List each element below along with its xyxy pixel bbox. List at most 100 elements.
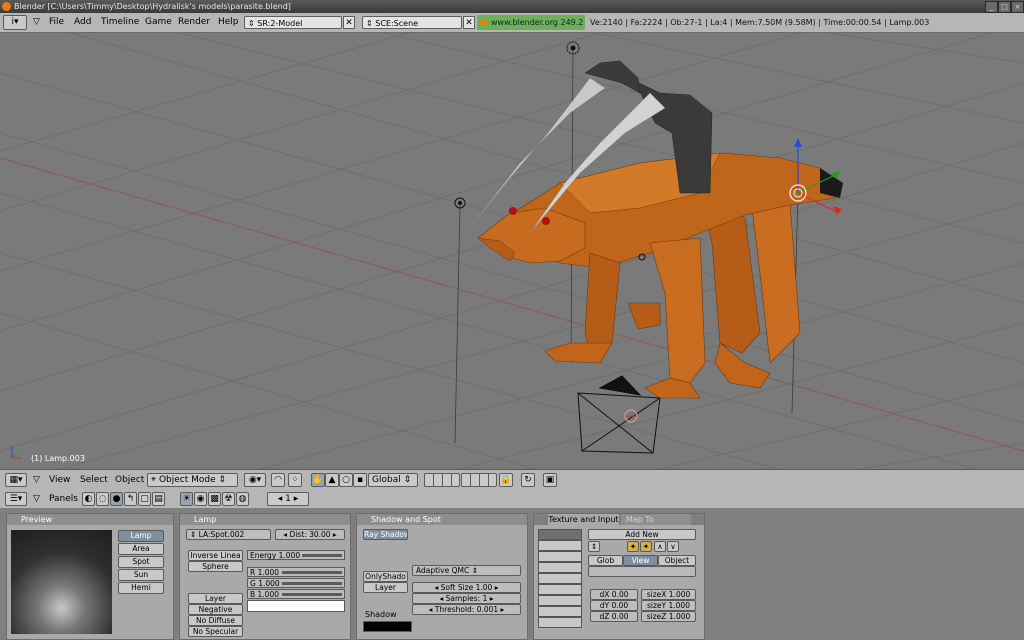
scale-icon[interactable]: ▪ <box>353 473 367 487</box>
lamp-panel-header[interactable]: Lamp <box>180 514 350 525</box>
size-y-field[interactable]: sizeY 1.000 <box>641 600 696 611</box>
preview-type-hemi[interactable]: Hemi <box>118 582 164 594</box>
menu-file[interactable]: File <box>49 16 64 28</box>
lock-icon[interactable]: 🔒 <box>499 473 513 487</box>
shadow-color-swatch[interactable] <box>363 621 412 632</box>
rotate-icon[interactable]: ○ <box>339 473 353 487</box>
close-window-button[interactable]: × <box>1011 1 1024 13</box>
size-z-field[interactable]: sizeZ 1.000 <box>641 611 696 622</box>
radio-subcontext-icon[interactable]: ☢ <box>222 492 235 506</box>
panel-title: Shadow and Spot <box>371 515 441 524</box>
no-specular-toggle[interactable]: No Specular <box>188 626 243 637</box>
move-up-button[interactable]: ∧ <box>654 541 666 552</box>
shading-context-icon[interactable]: ● <box>110 492 123 506</box>
texture-browse-button[interactable]: ⇕ <box>588 541 600 552</box>
texture-subcontext-icon[interactable]: ▩ <box>208 492 221 506</box>
dist-field[interactable]: ◂ Dist: 30.00 ▸ <box>275 529 345 540</box>
world-subcontext-icon[interactable]: ◍ <box>236 492 249 506</box>
scene-context-icon[interactable]: ▤ <box>152 492 165 506</box>
green-slider[interactable]: G 1.000 <box>247 578 345 588</box>
draw-type-icon[interactable]: ◉▾ <box>244 473 266 487</box>
mode-selector[interactable]: ⌖ Object Mode ⇕ <box>147 473 238 487</box>
coord-glob-button[interactable]: Glob <box>588 555 623 566</box>
editing-context-icon[interactable]: ▢ <box>138 492 151 506</box>
blender-website-link[interactable]: www.blender.org 249.2 <box>477 15 585 30</box>
scene-selector[interactable]: ⇕ SCE:Scene <box>362 16 462 29</box>
offset-x-field[interactable]: dX 0.00 <box>590 589 638 600</box>
move-down-button[interactable]: ∨ <box>667 541 679 552</box>
texture-channel-list[interactable] <box>538 529 582 635</box>
menu-add[interactable]: Add <box>74 16 91 28</box>
preview-type-spot[interactable]: Spot <box>118 556 164 568</box>
preview-type-area[interactable]: Area <box>118 543 164 555</box>
lamp-datablock-field[interactable]: ⇕ LA:Spot.002 <box>186 529 271 540</box>
light-icon-1[interactable]: ✦ <box>627 541 639 552</box>
snap-icon[interactable]: ⁘ <box>288 473 302 487</box>
translate-icon[interactable]: ▲ <box>325 473 339 487</box>
size-x-field[interactable]: sizeX 1.000 <box>641 589 696 600</box>
menu-game[interactable]: Game <box>145 16 172 28</box>
menu-render[interactable]: Render <box>178 16 210 28</box>
preview-panel-header[interactable]: Preview <box>7 514 173 525</box>
menu-help[interactable]: Help <box>218 16 239 28</box>
logic-context-icon[interactable]: ◐ <box>82 492 95 506</box>
tab-texture-input[interactable]: Texture and Input <box>548 514 619 525</box>
maximize-button[interactable]: □ <box>998 1 1011 13</box>
editor-type-buttons-icon[interactable]: ☰▾ <box>5 492 27 506</box>
no-diffuse-toggle[interactable]: No Diffuse <box>188 615 243 626</box>
falloff-type-menu[interactable]: Inverse Linea <box>188 550 243 561</box>
object-context-icon[interactable]: ↰ <box>124 492 137 506</box>
minimize-button[interactable]: _ <box>985 1 998 13</box>
delete-screen-button[interactable]: ✕ <box>343 16 355 29</box>
screen-selector[interactable]: ⇕ SR:2-Model <box>244 16 342 29</box>
offset-z-field[interactable]: dZ 0.00 <box>590 611 638 622</box>
shadow-layer-toggle[interactable]: Layer <box>363 582 408 593</box>
orientation-selector[interactable]: Global ⇕ <box>368 473 418 487</box>
render-preview-icon[interactable]: ▣ <box>543 473 557 487</box>
soft-size-field[interactable]: ◂ Soft Size 1.00 ▸ <box>412 582 521 593</box>
axis-gizmo <box>11 446 22 459</box>
coord-view-button[interactable]: View <box>623 555 658 566</box>
menu-view[interactable]: View <box>49 474 70 486</box>
negative-toggle[interactable]: Negative <box>188 604 243 615</box>
layer-toggle[interactable]: Layer <box>188 593 243 604</box>
preview-type-lamp[interactable]: Lamp <box>118 530 164 542</box>
energy-slider[interactable]: Energy 1.000 <box>247 550 345 560</box>
sphere-toggle[interactable]: Sphere <box>188 561 243 572</box>
coord-object-button[interactable]: Object <box>658 555 696 566</box>
only-shadow-toggle[interactable]: OnlyShado <box>363 571 408 582</box>
offset-y-field[interactable]: dY 0.00 <box>590 600 638 611</box>
editor-type-grid-icon[interactable]: ▦▾ <box>5 473 27 487</box>
opengl-render-icon[interactable]: ↻ <box>521 473 535 487</box>
pivot-icon[interactable]: ◠ <box>271 473 285 487</box>
layer-buttons-1[interactable] <box>424 473 460 487</box>
shadow-panel-header[interactable]: Shadow and Spot <box>357 514 527 525</box>
header-collapse-icon[interactable]: ▽ <box>33 16 40 28</box>
menu-timeline[interactable]: Timeline <box>101 16 139 28</box>
lamp-color-swatch[interactable] <box>247 600 345 612</box>
tab-map-to[interactable]: Map To <box>621 514 691 525</box>
delete-scene-button[interactable]: ✕ <box>463 16 475 29</box>
ray-shadow-toggle[interactable]: Ray Shadow <box>363 529 408 540</box>
add-new-texture-button[interactable]: Add New <box>588 529 696 540</box>
sampling-method-menu[interactable]: Adaptive QMC ⇕ <box>412 565 521 576</box>
light-icon-2[interactable]: ✦ <box>640 541 652 552</box>
material-subcontext-icon[interactable]: ◉ <box>194 492 207 506</box>
script-context-icon[interactable]: ◌ <box>96 492 109 506</box>
editor-type-button[interactable]: i▾ <box>3 15 27 30</box>
samples-field[interactable]: ◂ Samples: 1 ▸ <box>412 593 521 604</box>
3d-viewport[interactable]: (1) Lamp.003 <box>0 33 1024 469</box>
lamp-subcontext-icon[interactable]: ☀ <box>180 492 193 506</box>
menu-object[interactable]: Object <box>115 474 144 486</box>
header-collapse-icon[interactable]: ▽ <box>33 493 40 505</box>
threshold-field[interactable]: ◂ Threshold: 0.001 ▸ <box>412 604 521 615</box>
menu-select[interactable]: Select <box>80 474 108 486</box>
red-slider[interactable]: R 1.000 <box>247 567 345 577</box>
coord-object-field[interactable] <box>588 566 696 577</box>
header-collapse-icon[interactable]: ▽ <box>33 474 40 486</box>
preview-type-sun[interactable]: Sun <box>118 569 164 581</box>
manipulator-hand-icon[interactable]: ✋ <box>311 473 325 487</box>
frame-number-field[interactable]: ◂ 1 ▸ <box>267 492 309 506</box>
layer-buttons-2[interactable] <box>461 473 497 487</box>
blue-slider[interactable]: B 1.000 <box>247 589 345 599</box>
